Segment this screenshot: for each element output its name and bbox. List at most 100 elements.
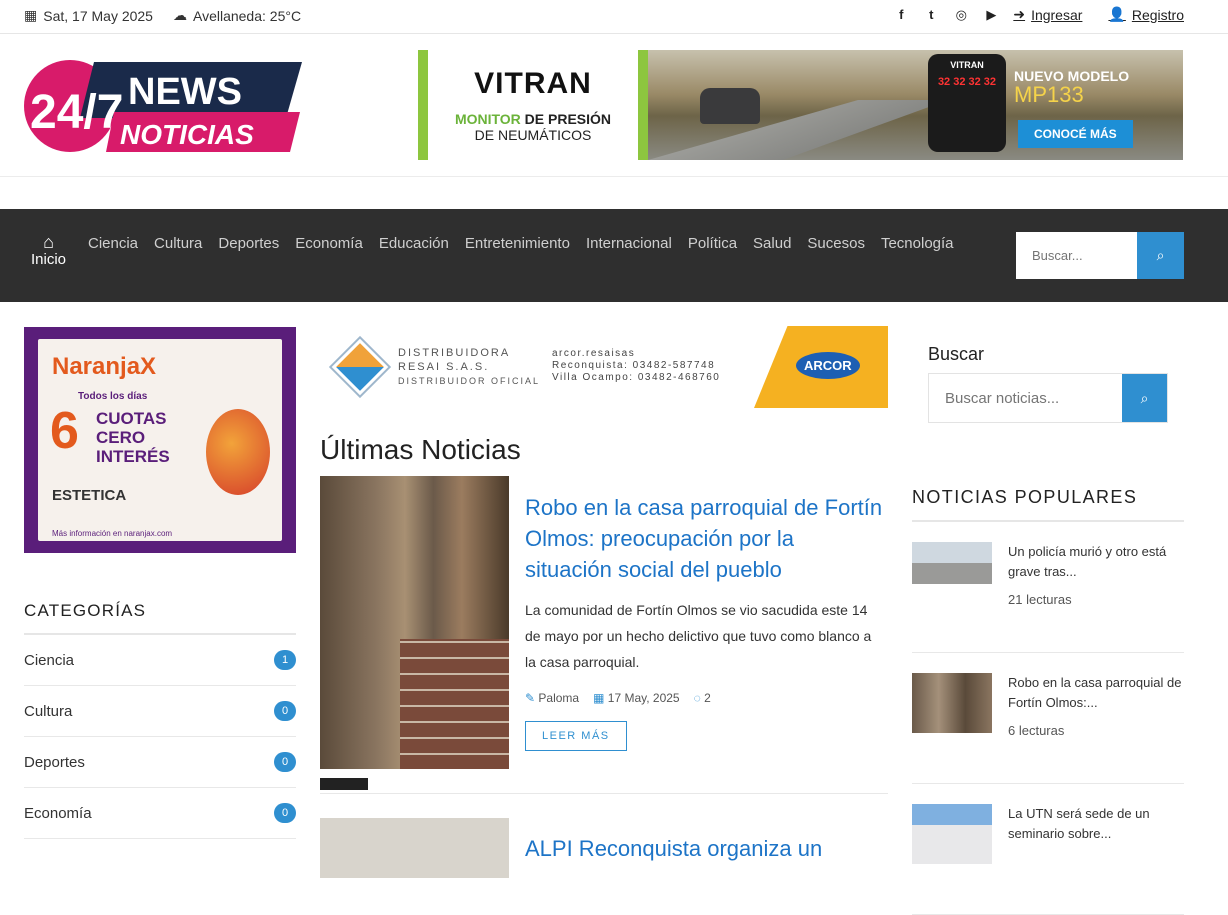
category-deportes[interactable]: Deportes 0 (24, 737, 296, 788)
sidebar-search: ⌕ (928, 373, 1168, 423)
read-more-button[interactable]: LEER MÁS (525, 721, 627, 751)
naranjax-offer-3: INTERÉS (96, 447, 170, 466)
popular-item[interactable]: Un policía murió y otro está grave tras.… (912, 522, 1184, 653)
sidebar-search-button[interactable]: ⌕ (1122, 374, 1167, 422)
nav-search-input[interactable] (1016, 232, 1137, 279)
sidebar-search-title: Buscar (928, 344, 985, 364)
site-header: 24/7 NEWS NOTICIAS VITRAN MONITOR DE PRE… (0, 34, 1228, 177)
login-link[interactable]: ➜ Ingresar (1013, 6, 1082, 23)
comment-icon: ◌ (693, 691, 701, 705)
weather-text: Avellaneda: 25°C (192, 7, 302, 24)
popular-title[interactable]: La UTN será sede de un seminario sobre..… (1008, 804, 1184, 844)
category-count-badge: 1 (274, 650, 296, 670)
nav-item-deportes[interactable]: Deportes (218, 235, 279, 252)
popular-title[interactable]: Robo en la casa parroquial de Fortín Olm… (1008, 673, 1184, 713)
article-body: Robo en la casa parroquial de Fortín Olm… (525, 492, 885, 751)
nav-item-cultura[interactable]: Cultura (154, 235, 202, 252)
naranjax-offer-1: CUOTAS (96, 409, 167, 428)
naranjax-offer-2: CERO (96, 428, 146, 447)
nav-item-entretenimiento[interactable]: Entretenimiento (465, 235, 570, 252)
comment-count: 2 (704, 691, 711, 705)
arcor-phone-2: Villa Ocampo: 03482-468760 (552, 372, 721, 383)
nav-item-sucesos[interactable]: Sucesos (807, 235, 865, 252)
vitran-ad-text: VITRAN MONITOR DE PRESIÓN DE NEUMÁTICOS (418, 50, 648, 160)
user-edit-icon: ✎ (525, 691, 536, 705)
date-display: ▦ Sat, 17 May 2025 (24, 7, 153, 24)
article-title-link[interactable]: ALPI Reconquista organiza un (525, 836, 822, 862)
nav-item-economia[interactable]: Economía (295, 235, 363, 252)
article-thumbnail[interactable] (320, 818, 509, 878)
instagram-icon[interactable]: ◎ (953, 7, 969, 23)
user-plus-icon: 👤 (1108, 6, 1126, 22)
article-date: ▦ 17 May, 2025 (593, 691, 680, 705)
road-image (648, 100, 948, 160)
search-icon: ⌕ (1140, 389, 1149, 406)
arcor-brand: ARCOR (796, 352, 860, 379)
twitter-icon[interactable]: t (923, 7, 939, 22)
car-image (700, 88, 760, 124)
nav-home[interactable]: ⌂ Inicio (31, 233, 66, 268)
weather-display: ☁ Avellaneda: 25°C (173, 7, 301, 24)
distribuidora-icon (328, 335, 392, 399)
popular-title[interactable]: Un policía murió y otro está grave tras.… (1008, 542, 1184, 582)
youtube-icon[interactable]: ▶ (983, 7, 999, 23)
dist-name-3: DISTRIBUIDOR OFICIAL (398, 376, 541, 386)
main-content: DISTRIBUIDORA RESAI S.A.S. DISTRIBUIDOR … (320, 326, 888, 878)
nav-search-button[interactable]: ⌕ (1137, 232, 1184, 279)
arcor-contact: arcor.resaisas Reconquista: 03482-587748… (552, 348, 720, 384)
logo-247: 24/7 (30, 86, 123, 139)
categories-title: CATEGORÍAS (24, 601, 296, 635)
conoce-mas-button[interactable]: CONOCÉ MÁS (1018, 120, 1133, 148)
nav-item-educacion[interactable]: Educación (379, 235, 449, 252)
thumbnail-caption (320, 778, 368, 790)
category-count-badge: 0 (274, 803, 296, 823)
nav-item-tecnologia[interactable]: Tecnología (881, 235, 954, 252)
right-sidebar: Buscar ⌕ NOTICIAS POPULARES Un policía m… (912, 344, 1184, 915)
nav-home-label: Inicio (31, 251, 67, 268)
naranjax-days: Todos los días (78, 391, 148, 402)
category-count-badge: 0 (274, 752, 296, 772)
category-label: Cultura (24, 702, 73, 720)
naranjax-offer: CUOTAS CERO INTERÉS (96, 409, 170, 466)
arcor-ad[interactable]: DISTRIBUIDORA RESAI S.A.S. DISTRIBUIDOR … (320, 326, 888, 408)
nav-item-politica[interactable]: Política (688, 235, 737, 252)
popular-thumbnail (912, 542, 992, 602)
vitran-ad-banner[interactable]: VITRAN MONITOR DE PRESIÓN DE NEUMÁTICOS … (418, 50, 1183, 160)
category-label: Ciencia (24, 651, 75, 669)
naranjax-ad-inner: NaranjaX Todos los días 6 CUOTAS CERO IN… (38, 339, 282, 541)
nav-item-ciencia[interactable]: Ciencia (88, 235, 138, 252)
popular-thumbnail (912, 804, 992, 864)
category-cultura[interactable]: Cultura 0 (24, 686, 296, 737)
arcor-social: arcor.resaisas (552, 348, 636, 359)
sidebar-search-input[interactable] (929, 374, 1122, 422)
article-comments[interactable]: ◌ 2 (694, 691, 711, 705)
site-logo[interactable]: 24/7 NEWS NOTICIAS (24, 58, 302, 154)
date-text: 17 May, 2025 (607, 691, 680, 705)
estetica-logo: ESTETICA (52, 487, 127, 504)
dist-name-2: RESAI S.A.S. (398, 361, 490, 373)
category-economia[interactable]: Economía 0 (24, 788, 296, 839)
nav-search: ⌕ (1016, 232, 1184, 279)
register-link[interactable]: 👤 Registro (1108, 6, 1184, 23)
left-sidebar: NaranjaX Todos los días 6 CUOTAS CERO IN… (24, 327, 296, 839)
naranjax-footer: Más información en naranjax.com (52, 529, 173, 538)
article-author[interactable]: ✎ Paloma (525, 691, 579, 705)
popular-item[interactable]: Robo en la casa parroquial de Fortín Olm… (912, 653, 1184, 784)
facebook-icon[interactable]: f (893, 7, 909, 22)
calendar-icon: ▦ (24, 7, 38, 23)
article-title-link[interactable]: Robo en la casa parroquial de Fortín Olm… (525, 492, 885, 585)
popular-item[interactable]: La UTN será sede de un seminario sobre..… (912, 784, 1184, 915)
category-ciencia[interactable]: Ciencia 1 (24, 635, 296, 686)
author-name: Paloma (538, 691, 580, 705)
article-meta: ✎ Paloma ▦ 17 May, 2025 ◌ 2 (525, 691, 885, 705)
vitran-tagline-1b: DE PRESIÓN (520, 111, 612, 127)
article-thumbnail[interactable] (320, 476, 509, 790)
naranjax-number: 6 (50, 402, 79, 460)
nav-menu: Ciencia Cultura Deportes Economía Educac… (88, 235, 954, 252)
naranjax-ad[interactable]: NaranjaX Todos los días 6 CUOTAS CERO IN… (24, 327, 296, 553)
category-label: Deportes (24, 753, 85, 771)
nav-item-internacional[interactable]: Internacional (586, 235, 672, 252)
article-excerpt: La comunidad de Fortín Olmos se vio sacu… (525, 602, 872, 670)
main-nav: ⌂ Inicio Ciencia Cultura Deportes Econom… (0, 209, 1228, 302)
nav-item-salud[interactable]: Salud (753, 235, 791, 252)
